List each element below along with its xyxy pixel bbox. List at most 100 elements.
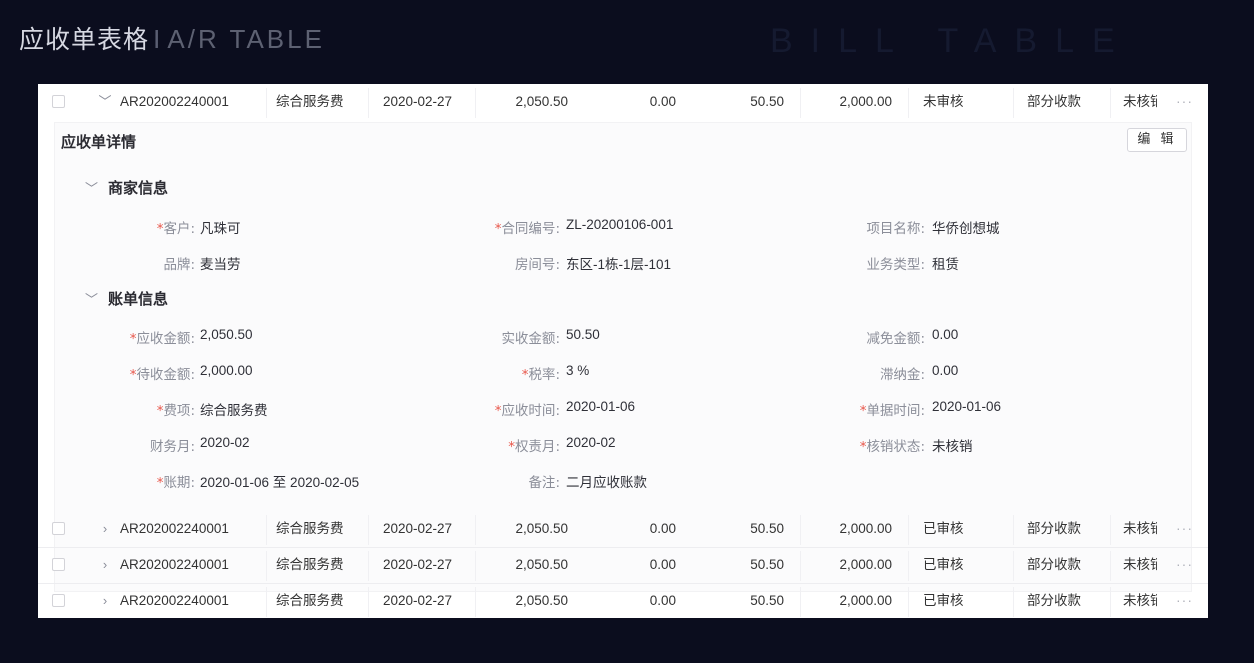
more-actions-icon[interactable]: ···	[1176, 583, 1193, 617]
column-divider	[1013, 515, 1014, 545]
field-label: *账期:	[156, 475, 195, 491]
field-value-room-no: 东区-1栋-1层-101	[566, 257, 672, 272]
audit-status: 已审核	[923, 593, 964, 608]
field-value-received: 50.50	[566, 327, 600, 342]
field-value-late-fee: 0.00	[932, 363, 959, 378]
column-divider	[266, 551, 267, 581]
fee-type: 综合服务费	[276, 94, 344, 109]
field-label: 滞纳金:	[879, 367, 925, 383]
field-value-project-name: 华侨创想城	[932, 221, 1000, 236]
bill-id: AR202002240001	[120, 593, 229, 608]
fee-type: 综合服务费	[276, 557, 344, 572]
chevron-down-icon: ﹀	[85, 182, 99, 197]
field-value-billing-period: 2020-01-06 至 2020-02-05	[200, 475, 360, 490]
field-value-pending: 2,000.00	[200, 363, 253, 378]
detail-title: 应收单详情	[61, 133, 137, 151]
field-label: *核销状态:	[859, 439, 925, 455]
row-checkbox[interactable]	[52, 558, 65, 571]
fee-type: 综合服务费	[276, 521, 344, 536]
table-row[interactable]: › AR202002240001 综合服务费 2020-02-27 2,050.…	[38, 511, 1208, 548]
row-checkbox[interactable]	[52, 594, 65, 607]
row-checkbox[interactable]	[52, 95, 65, 108]
bill-id: AR202002240001	[120, 557, 229, 572]
bill-id: AR202002240001	[120, 94, 229, 109]
page-title: 应收单表格 I A/R TABLE	[19, 20, 325, 56]
table-row[interactable]: › AR202002240001 综合服务费 2020-02-27 2,050.…	[38, 583, 1208, 618]
chevron-down-icon[interactable]: ﹀	[98, 84, 112, 120]
row-checkbox[interactable]	[52, 522, 65, 535]
field-label: *单据时间:	[859, 403, 925, 419]
page-title-cn: 应收单表格	[19, 25, 150, 54]
field-value-remark: 二月应收账款	[566, 475, 647, 490]
column-divider	[1110, 587, 1111, 617]
column-divider	[266, 88, 267, 118]
field-value-fee-item: 综合服务费	[200, 403, 268, 418]
field-label: *应收时间:	[494, 403, 560, 419]
more-actions-icon[interactable]: ···	[1176, 511, 1193, 545]
section-bill-title: 账单信息	[108, 290, 169, 308]
column-divider	[475, 587, 476, 617]
column-divider	[1110, 515, 1111, 545]
reduction-amount: 0.00	[649, 521, 676, 536]
receivable-amount: 2,050.50	[515, 521, 568, 536]
column-divider	[266, 587, 267, 617]
section-merchant-header[interactable]: ﹀ 商家信息	[85, 177, 168, 198]
field-label: *客户:	[156, 221, 195, 237]
field-value-business-type: 租赁	[932, 257, 959, 272]
column-divider	[475, 551, 476, 581]
chevron-right-icon[interactable]: ›	[98, 547, 112, 583]
collection-status: 部分收款	[1027, 557, 1081, 572]
column-divider	[368, 551, 369, 581]
more-actions-icon[interactable]: ···	[1176, 547, 1193, 581]
reduction-amount: 0.00	[649, 557, 676, 572]
receivable-amount: 2,050.50	[515, 94, 568, 109]
column-divider	[1110, 88, 1111, 118]
writeoff-status: 未核销	[1123, 593, 1157, 608]
edit-button[interactable]: 编 辑	[1127, 128, 1187, 152]
pending-amount: 2,000.00	[839, 557, 892, 572]
column-divider	[1013, 551, 1014, 581]
section-bill-header[interactable]: ﹀ 账单信息	[85, 288, 168, 309]
column-divider	[266, 515, 267, 545]
reduction-amount: 0.00	[649, 593, 676, 608]
received-amount: 50.50	[750, 593, 784, 608]
column-divider	[475, 88, 476, 118]
field-label: *应收金额:	[129, 331, 195, 347]
field-value-receivable-time: 2020-01-06	[566, 399, 636, 414]
field-value-brand: 麦当劳	[200, 257, 241, 272]
chevron-right-icon[interactable]: ›	[98, 583, 112, 618]
audit-status: 已审核	[923, 557, 964, 572]
field-label: 财务月:	[149, 439, 195, 455]
column-divider	[908, 587, 909, 617]
chevron-right-icon[interactable]: ›	[98, 511, 112, 547]
field-label: 业务类型:	[866, 257, 925, 273]
chevron-down-icon: ﹀	[85, 293, 99, 308]
collection-status: 部分收款	[1027, 521, 1081, 536]
field-value-document-time: 2020-01-06	[932, 399, 1002, 414]
pending-amount: 2,000.00	[839, 94, 892, 109]
pending-amount: 2,000.00	[839, 593, 892, 608]
table-row[interactable]: › AR202002240001 综合服务费 2020-02-27 2,050.…	[38, 547, 1208, 584]
writeoff-status: 未核销	[1123, 94, 1157, 109]
field-value-reduction: 0.00	[932, 327, 959, 342]
field-value-contract-no: ZL-20200106-001	[566, 217, 674, 232]
reduction-amount: 0.00	[649, 94, 676, 109]
field-label: 实收金额:	[501, 331, 560, 347]
field-label: 备注:	[528, 475, 560, 491]
fee-type: 综合服务费	[276, 593, 344, 608]
receivable-amount: 2,050.50	[515, 557, 568, 572]
writeoff-status: 未核销	[1123, 521, 1157, 536]
column-divider	[1013, 587, 1014, 617]
column-divider	[1013, 88, 1014, 118]
bill-date: 2020-02-27	[383, 557, 453, 572]
collection-status: 部分收款	[1027, 94, 1081, 109]
table-row[interactable]: ﹀ AR202002240001 综合服务费 2020-02-27 2,050.…	[38, 84, 1208, 120]
bill-date: 2020-02-27	[383, 94, 453, 109]
audit-status: 未审核	[923, 94, 964, 109]
writeoff-status: 未核销	[1123, 557, 1157, 572]
field-label: *权责月:	[508, 439, 560, 455]
column-divider	[368, 88, 369, 118]
field-label: *费项:	[156, 403, 195, 419]
background-watermark-text: BILL TABLE	[770, 22, 1133, 60]
more-actions-icon[interactable]: ···	[1176, 84, 1193, 118]
